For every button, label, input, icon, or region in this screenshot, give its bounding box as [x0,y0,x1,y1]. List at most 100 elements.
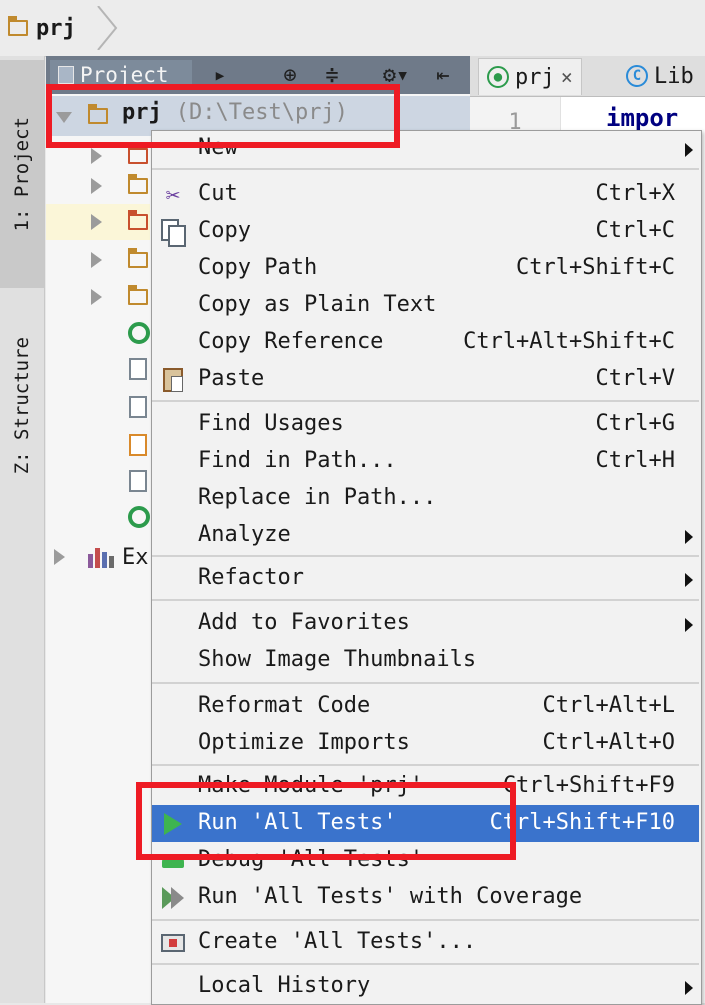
menu-item-optimize-imports[interactable]: Optimize Imports Ctrl+Alt+O [152,725,699,762]
folder-icon [128,285,148,305]
folder-icon [128,210,148,230]
menu-separator [152,919,699,921]
runnable-file-icon [128,506,150,528]
menu-item-shortcut: Ctrl+Shift+F9 [502,773,675,798]
menu-item-label: Optimize Imports [198,730,410,755]
menu-item-refactor[interactable]: Refactor [152,560,699,597]
menu-item-create-all-tests[interactable]: Create 'All Tests'... [152,924,699,961]
folder-icon [8,16,28,36]
menu-item-show-image-thumbnails[interactable]: Show Image Thumbnails [152,642,699,679]
tab-lib-label: Lib [654,63,694,89]
class-icon: ● [487,66,509,88]
menu-item-label: Copy Path [198,255,318,280]
menu-item-replace-in-path[interactable]: Replace in Path... [152,480,699,517]
menu-item-copy[interactable]: Copy Ctrl+C [152,213,699,250]
file-icon [129,470,147,492]
menu-item-label: Find in Path... [198,448,397,473]
menu-item-cut[interactable]: ✂ Cut Ctrl+X [152,176,699,213]
menu-item-copy-reference[interactable]: Copy Reference Ctrl+Alt+Shift+C [152,324,699,361]
submenu-arrow-icon [685,618,693,632]
annotation-highlight-project-root [46,84,400,148]
tab-lib[interactable]: C Lib [618,58,702,94]
tab-prj[interactable]: ● prj × [478,58,582,95]
expand-arrow-icon[interactable] [91,178,102,194]
menu-item-label: Replace in Path... [198,485,437,510]
expand-arrow-icon[interactable] [91,214,102,230]
menu-separator [152,555,699,557]
folder-icon [128,174,148,194]
menu-item-label: Copy [198,218,251,243]
menu-item-analyze[interactable]: Analyze [152,517,699,554]
menu-item-label: Run 'All Tests' with Coverage [198,884,583,909]
tab-structure[interactable]: Z: Structure [0,306,44,506]
menu-item-label: Paste [198,366,265,391]
tab-project[interactable]: 1: Project [0,60,44,288]
menu-item-label: Create 'All Tests'... [198,929,477,954]
tab-project-label: 1: Project [11,116,33,232]
menu-item-run-with-coverage[interactable]: Run 'All Tests' with Coverage [152,879,699,916]
menu-separator [152,963,699,965]
breadcrumb-chevron-icon [97,6,118,50]
menu-item-shortcut: Ctrl+Shift+C [516,255,675,280]
submenu-arrow-icon [685,573,693,587]
code-text: impor [606,104,679,132]
coverage-icon [160,885,186,911]
tab-prj-label: prj [515,64,555,90]
menu-item-label: Local History [198,973,371,998]
menu-item-label: Show Image Thumbnails [198,647,477,672]
menu-item-label: Analyze [198,522,291,547]
submenu-arrow-icon [685,981,693,995]
create-config-icon [160,930,186,956]
menu-item-label: Find Usages [198,411,344,436]
breadcrumb-label: prj [36,15,76,41]
submenu-arrow-icon [685,143,693,157]
menu-separator [152,400,699,402]
expand-arrow-icon[interactable] [54,549,65,565]
menu-item-label: Refactor [198,565,304,590]
menu-item-shortcut: Ctrl+V [595,366,675,391]
menu-item-shortcut: Ctrl+X [595,181,675,206]
expand-arrow-icon[interactable] [91,289,102,305]
menu-item-label: Copy Reference [198,329,384,354]
chart-file-icon [129,434,147,456]
menu-separator [152,599,699,601]
menu-item-shortcut: Ctrl+H [595,448,675,473]
menu-item-shortcut: Ctrl+Alt+Shift+C [463,329,675,354]
menu-item-label: Add to Favorites [198,610,410,635]
file-icon [129,396,147,418]
menu-item-copy-path[interactable]: Copy Path Ctrl+Shift+C [152,250,699,287]
submenu-arrow-icon [685,530,693,544]
scissors-icon: ✂ [165,181,181,209]
expand-arrow-icon[interactable] [91,252,102,268]
expand-arrow-icon[interactable] [91,148,102,164]
menu-item-find-usages[interactable]: Find Usages Ctrl+G [152,406,699,443]
close-tab-icon[interactable]: × [561,65,573,89]
file-icon [129,358,147,380]
breadcrumb-project[interactable]: prj [8,12,92,44]
menu-item-shortcut: Ctrl+C [595,218,675,243]
menu-item-shortcut: Ctrl+Shift+F10 [489,810,675,835]
menu-item-paste[interactable]: Paste Ctrl+V [152,361,699,398]
paste-icon [160,367,186,393]
menu-item-label: Cut [198,181,238,206]
menu-separator [152,764,699,766]
menu-item-shortcut: Ctrl+Alt+O [542,730,675,755]
annotation-highlight-run-all-tests [136,782,516,860]
menu-item-label: Reformat Code [198,693,371,718]
menu-item-shortcut: Ctrl+Alt+L [542,693,675,718]
menu-separator [152,682,699,684]
hide-panel-icon[interactable]: ⇤ [426,56,460,94]
menu-item-find-in-path[interactable]: Find in Path... Ctrl+H [152,443,699,480]
menu-item-add-to-favorites[interactable]: Add to Favorites [152,605,699,642]
menu-item-local-history[interactable]: Local History [152,968,699,1005]
runnable-file-icon [128,322,150,344]
menu-item-label: Copy as Plain Text [198,292,437,317]
tool-window-strip: 1: Project Z: Structure [0,56,45,1003]
folder-icon [128,248,148,268]
external-libraries-label[interactable]: Ex [122,545,149,570]
menu-item-copy-plain-text[interactable]: Copy as Plain Text [152,287,699,324]
tab-structure-label: Z: Structure [11,337,33,475]
menu-separator [152,168,699,170]
menu-item-reformat-code[interactable]: Reformat Code Ctrl+Alt+L [152,688,699,725]
copy-icon [160,219,186,247]
